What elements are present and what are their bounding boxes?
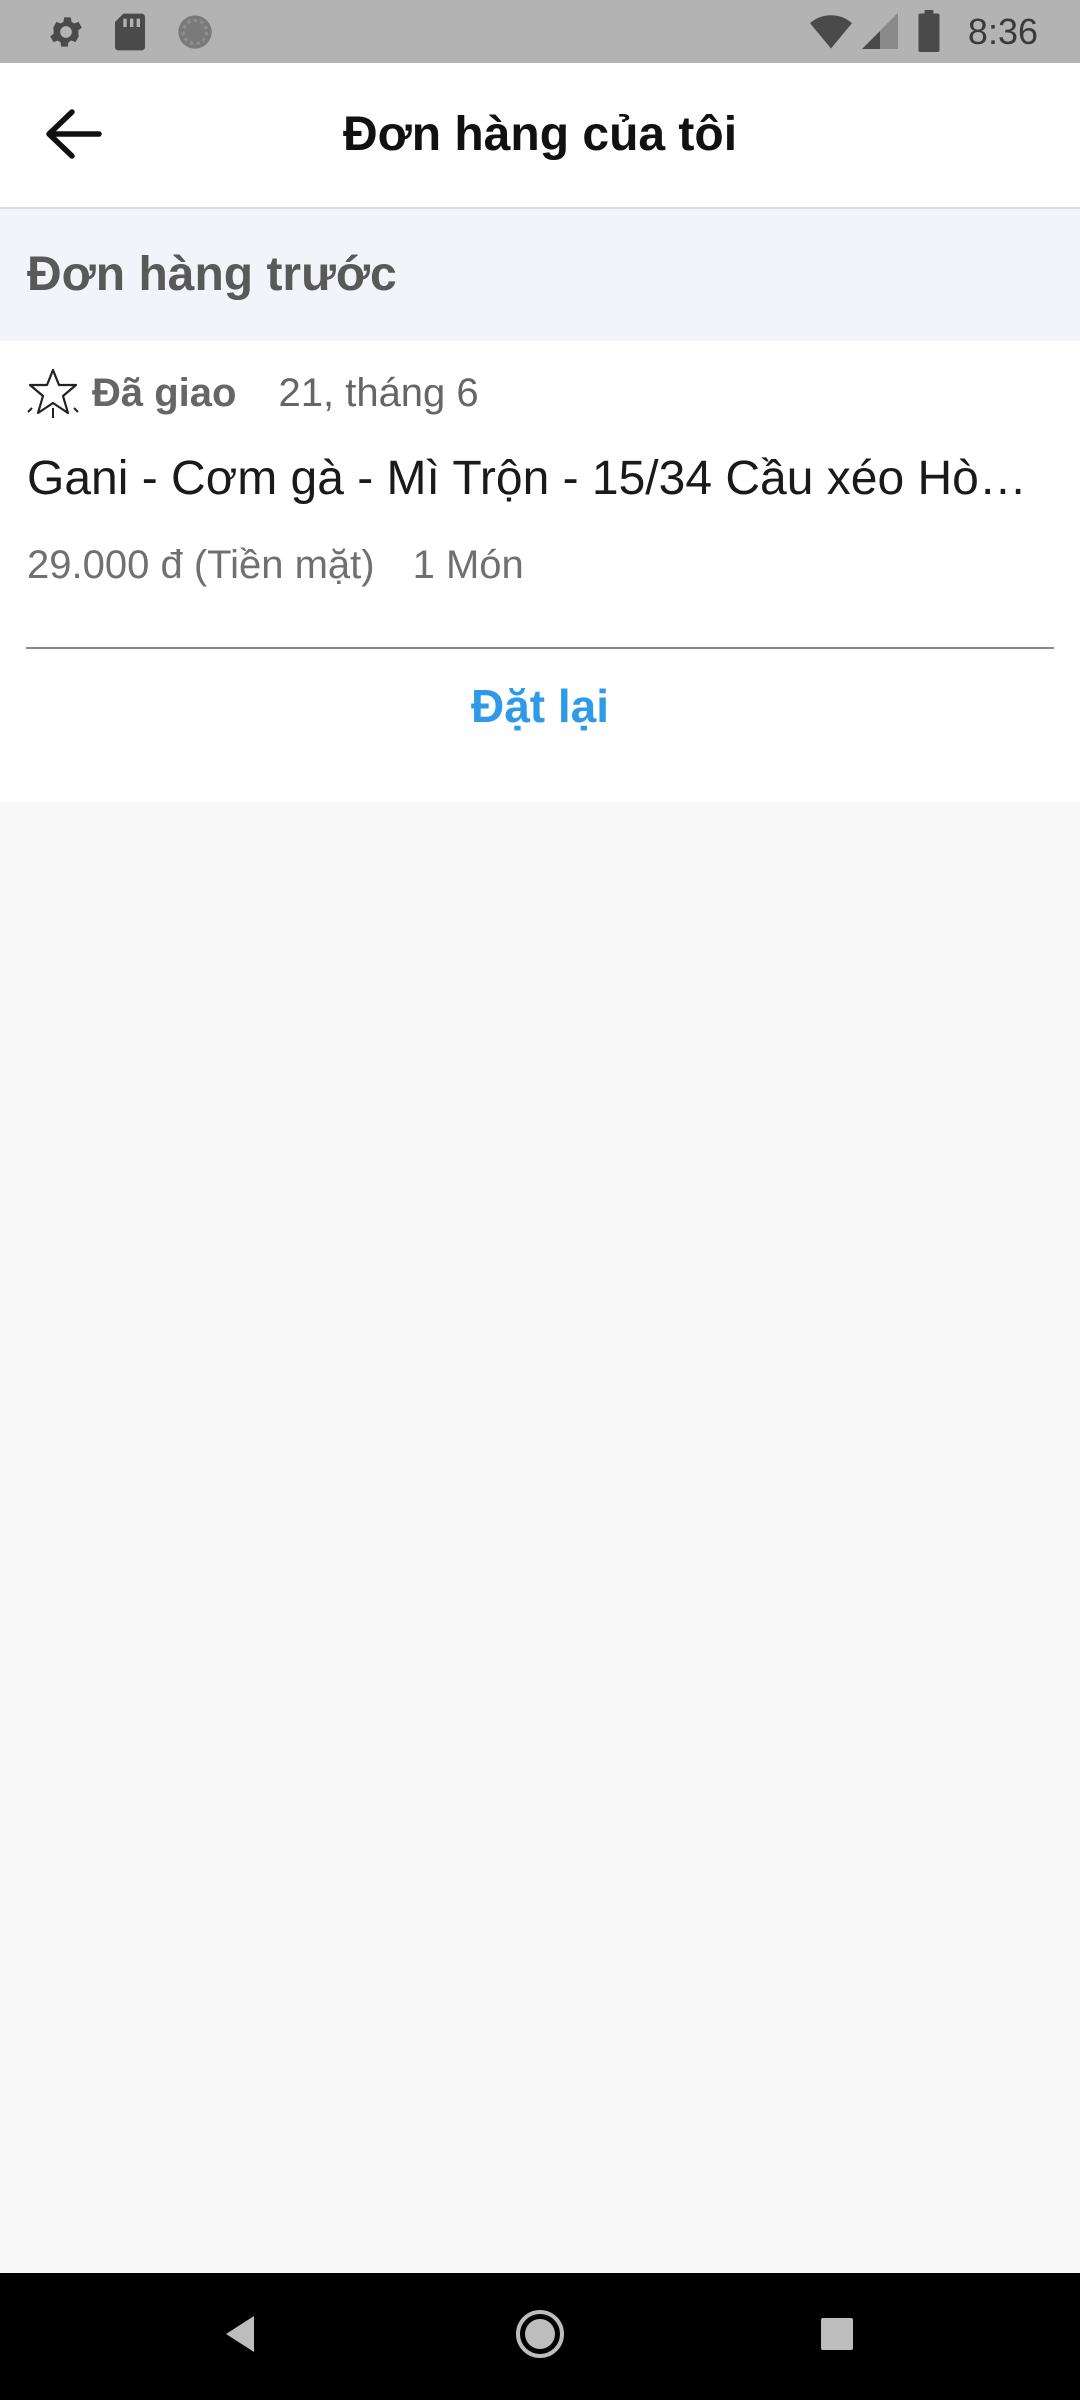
order-date: 21, tháng 6 bbox=[278, 370, 479, 415]
arrow-left-icon bbox=[44, 108, 102, 164]
circle-status-icon bbox=[175, 12, 215, 57]
card-divider bbox=[26, 647, 1054, 649]
signal-icon bbox=[862, 13, 898, 54]
system-nav-bar bbox=[0, 2273, 1080, 2400]
nav-home-button[interactable] bbox=[480, 2273, 600, 2400]
order-status-row: Đã giao 21, tháng 6 bbox=[26, 363, 479, 423]
reorder-button[interactable]: Đặt lại bbox=[0, 651, 1080, 761]
order-status: Đã giao bbox=[92, 370, 237, 415]
back-button[interactable] bbox=[28, 97, 118, 175]
order-price: 29.000 đ (Tiền mặt) bbox=[27, 543, 375, 587]
nav-recents-icon bbox=[819, 2316, 855, 2357]
settings-icon bbox=[46, 12, 86, 57]
order-meta: 29.000 đ (Tiền mặt) 1 Món bbox=[27, 537, 524, 593]
battery-icon bbox=[918, 10, 940, 57]
section-title: Đơn hàng trước bbox=[27, 248, 397, 301]
wifi-icon bbox=[810, 13, 852, 54]
order-card[interactable]: Đã giao 21, tháng 6 Gani - Cơm gà - Mì T… bbox=[0, 341, 1080, 802]
nav-back-button[interactable] bbox=[180, 2273, 300, 2400]
app-bar: Đơn hàng của tôi bbox=[0, 63, 1080, 209]
nav-recents-button[interactable] bbox=[777, 2273, 897, 2400]
status-time: 8:36 bbox=[967, 11, 1038, 52]
section-header: Đơn hàng trước bbox=[0, 209, 1080, 341]
order-item-count: 1 Món bbox=[412, 543, 524, 587]
restaurant-name: Gani - Cơm gà - Mì Trộn - 15/34 Cầu xéo … bbox=[27, 452, 1047, 505]
star-badge-icon bbox=[26, 366, 80, 420]
nav-home-icon bbox=[514, 2308, 566, 2365]
status-bar: 8:36 bbox=[0, 0, 1080, 63]
page-title: Đơn hàng của tôi bbox=[342, 108, 738, 161]
sd-card-icon bbox=[113, 12, 147, 57]
nav-back-icon bbox=[222, 2314, 258, 2359]
